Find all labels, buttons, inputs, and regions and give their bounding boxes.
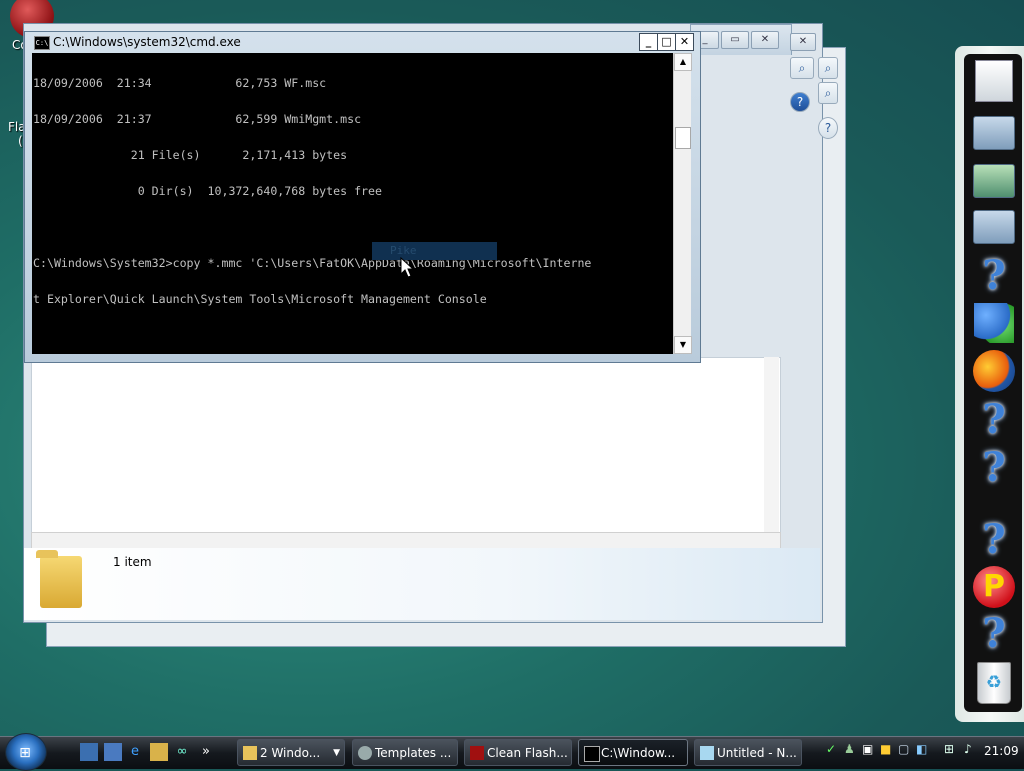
console-icon bbox=[584, 746, 600, 762]
folder-icon[interactable] bbox=[973, 206, 1015, 248]
taskbar-button-label: 2 Windo... bbox=[260, 746, 321, 760]
file-list-area[interactable] bbox=[31, 357, 781, 534]
browser-icon bbox=[358, 746, 372, 760]
folder-icon bbox=[36, 550, 82, 608]
console-line: 0 Dir(s) 10,372,640,768 bytes free bbox=[33, 184, 383, 198]
network-icon[interactable]: ⊞ bbox=[944, 742, 954, 756]
folder-icon bbox=[243, 746, 257, 760]
explorer-titlebar[interactable]: _ ▭ ✕ bbox=[690, 24, 792, 55]
search-icon[interactable]: ⌕ bbox=[818, 82, 838, 104]
close-button[interactable]: ✕ bbox=[790, 33, 816, 51]
scrollbar-thumb[interactable] bbox=[675, 127, 691, 149]
help-icon[interactable]: ? bbox=[973, 516, 1015, 563]
help-icon[interactable]: ? bbox=[818, 117, 838, 139]
scroll-down-arrow-icon[interactable]: ▼ bbox=[674, 336, 692, 354]
taskbar-button-explorer[interactable]: 2 Windo... ▼ bbox=[237, 739, 345, 766]
taskbar-button-label: Untitled - N... bbox=[717, 746, 797, 760]
console-icon: C:\ bbox=[34, 36, 50, 50]
taskbar-button-flash[interactable]: Clean Flash... bbox=[464, 739, 572, 766]
clock[interactable]: 21:09 bbox=[984, 744, 1019, 758]
firefox-icon[interactable] bbox=[973, 350, 1015, 392]
tray-icon[interactable]: ♟ bbox=[844, 742, 855, 756]
help-icon[interactable]: ? bbox=[790, 92, 810, 112]
close-button[interactable]: ✕ bbox=[675, 33, 694, 51]
folder-icon[interactable] bbox=[150, 743, 168, 761]
taskbar-button-label: C:\Window... bbox=[601, 746, 676, 760]
console-line: t Explorer\Quick Launch\System Tools\Mic… bbox=[33, 292, 487, 306]
show-desktop-icon[interactable] bbox=[80, 743, 98, 761]
item-count: 1 item bbox=[113, 555, 152, 569]
tray-icon[interactable]: ◧ bbox=[916, 742, 927, 756]
folder-icon[interactable] bbox=[973, 160, 1015, 202]
minimize-button[interactable]: _ bbox=[639, 33, 658, 51]
mouse-cursor-icon bbox=[400, 257, 414, 278]
overflow-icon[interactable]: » bbox=[197, 743, 215, 761]
help-icon[interactable]: ? bbox=[973, 610, 1015, 657]
switch-windows-icon[interactable] bbox=[104, 743, 122, 761]
taskbar-button-templates[interactable]: Templates ... bbox=[352, 739, 458, 766]
maximize-button[interactable]: ▭ bbox=[721, 31, 749, 49]
system-tray: ✓ ♟ ▣ ■ ▢ ◧ ⊞ ♪ bbox=[826, 740, 976, 764]
flash-icon bbox=[470, 746, 484, 760]
ie-icon[interactable]: e bbox=[126, 743, 144, 761]
taskbar-button-notepad[interactable]: Untitled - N... bbox=[694, 739, 802, 766]
taskbar-button-label: Clean Flash... bbox=[487, 746, 568, 760]
users-icon[interactable] bbox=[973, 302, 1015, 344]
windows-logo-icon: ⊞ bbox=[19, 745, 31, 761]
console-line: C:\Windows\System32>copy *.mmc 'C:\Users… bbox=[33, 256, 592, 270]
cmd-titlebar[interactable]: C:\ C:\Windows\system32\cmd.exe _ □ ✕ bbox=[25, 32, 700, 52]
console-line: 21 File(s) 2,171,413 bytes bbox=[33, 148, 348, 162]
maximize-button[interactable]: □ bbox=[657, 33, 676, 51]
vertical-scrollbar[interactable] bbox=[764, 357, 779, 532]
window-title: C:\Windows\system32\cmd.exe bbox=[53, 35, 241, 49]
console-output[interactable]: 18/09/2006 21:34 62,753 WF.msc 18/09/200… bbox=[32, 53, 673, 354]
folder-icon[interactable] bbox=[973, 112, 1015, 154]
p-app-icon[interactable]: P bbox=[973, 566, 1015, 608]
tray-icon[interactable]: ■ bbox=[880, 742, 891, 756]
help-icon[interactable]: ? bbox=[973, 444, 1015, 491]
drag-ghost-label: Pike bbox=[372, 242, 497, 260]
notepad-icon bbox=[700, 746, 714, 760]
volume-icon[interactable]: ♪ bbox=[964, 742, 972, 756]
taskbar-button-cmd[interactable]: C:\Window... bbox=[578, 739, 688, 766]
scroll-up-arrow-icon[interactable]: ▲ bbox=[674, 53, 692, 71]
search-icon[interactable]: ⌕ bbox=[790, 57, 814, 79]
tray-icon[interactable]: ✓ bbox=[826, 742, 836, 756]
recycle-bin-icon[interactable]: ♻ bbox=[973, 662, 1015, 704]
help-icon[interactable]: ? bbox=[973, 252, 1015, 299]
tray-icon[interactable]: ▣ bbox=[862, 742, 873, 756]
taskbar-button-label: Templates ... bbox=[375, 746, 452, 760]
network-icon[interactable]: ∞ bbox=[173, 743, 191, 761]
help-icon[interactable]: ? bbox=[973, 396, 1015, 443]
console-line: 18/09/2006 21:34 62,753 WF.msc bbox=[33, 76, 327, 90]
close-button[interactable]: ✕ bbox=[751, 31, 779, 49]
search-icon[interactable]: ⌕ bbox=[818, 57, 838, 79]
tray-icon[interactable]: ▢ bbox=[898, 742, 909, 756]
console-line: 18/09/2006 21:37 62,599 WmiMgmt.msc bbox=[33, 112, 362, 126]
console-scrollbar[interactable]: ▲ ▼ bbox=[673, 53, 692, 354]
cmd-window[interactable]: C:\ C:\Windows\system32\cmd.exe _ □ ✕ 18… bbox=[24, 31, 701, 363]
document-icon[interactable] bbox=[973, 60, 1015, 102]
desktop-icon-label: ( bbox=[18, 134, 23, 148]
chevron-down-icon: ▼ bbox=[333, 748, 340, 758]
